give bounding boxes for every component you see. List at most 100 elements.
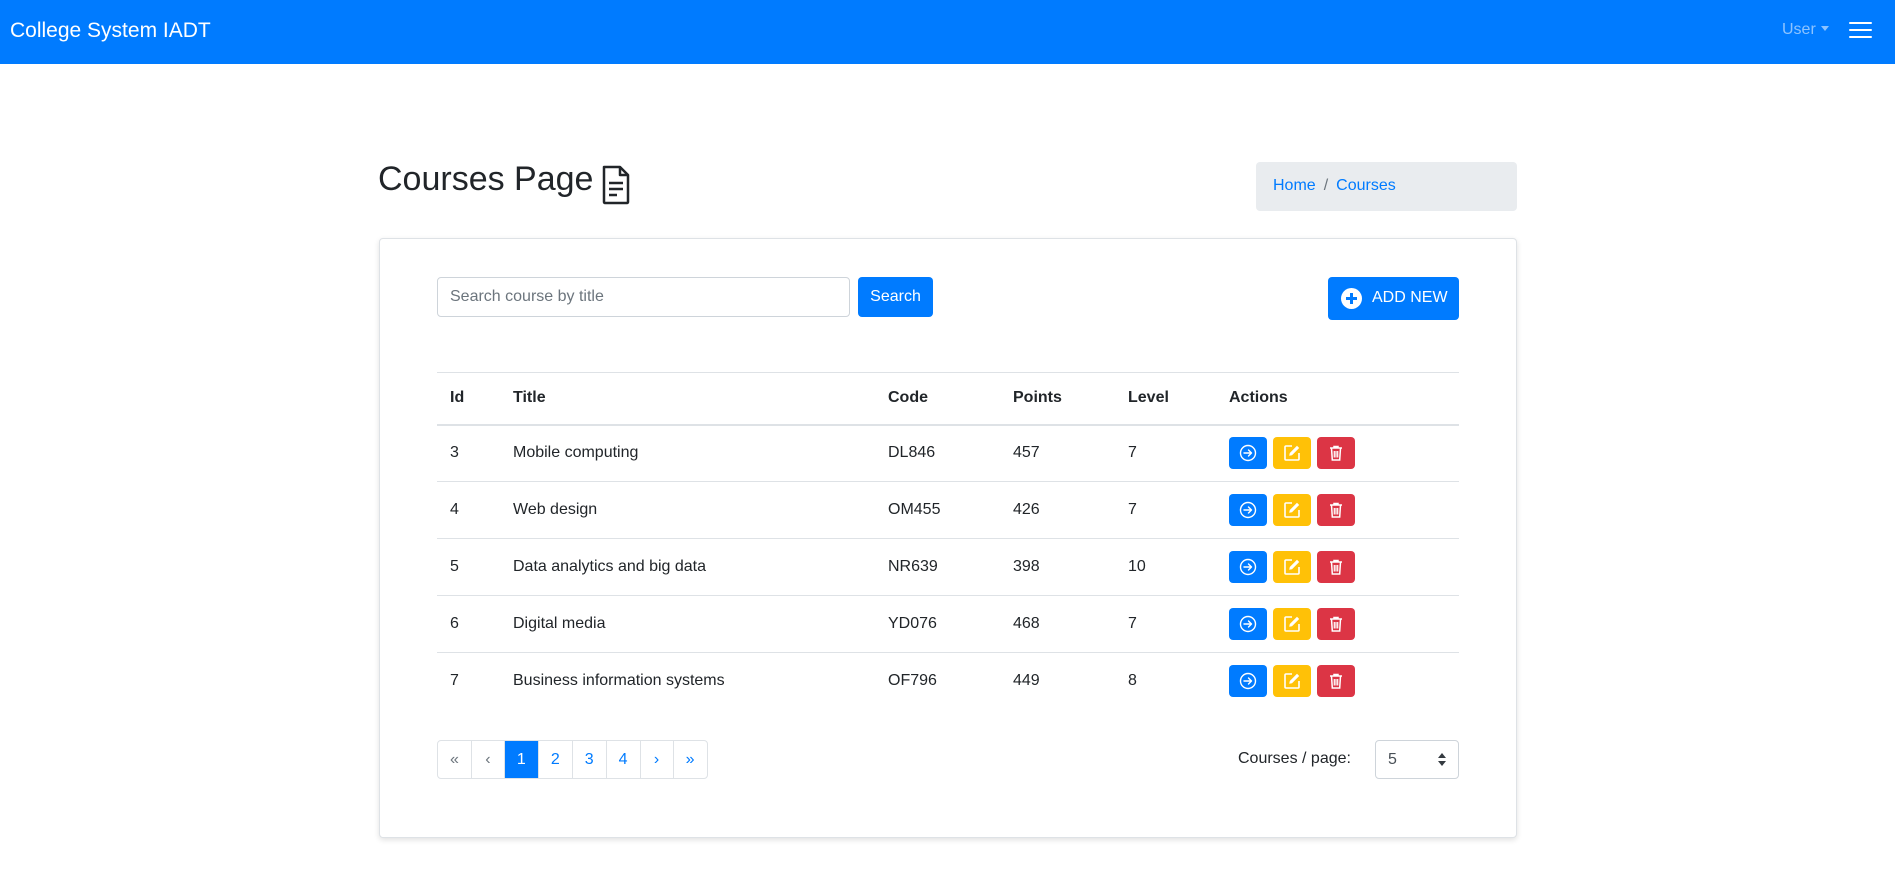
delete-button[interactable]	[1317, 665, 1355, 698]
cell-code: OF796	[888, 672, 937, 690]
search-input[interactable]	[437, 277, 850, 317]
header-points: Points	[1000, 372, 1115, 426]
cell-code: DL846	[875, 424, 1000, 482]
cell-id: 7	[450, 672, 459, 690]
top-navbar: College System IADT User	[0, 0, 1895, 64]
breadcrumb: Home / Courses	[1256, 162, 1517, 211]
trash-icon	[1330, 446, 1342, 461]
arrow-right-circle-icon	[1239, 615, 1257, 633]
table-row: 5 Data analytics and big data NR639 398 …	[437, 538, 1459, 596]
cell-level: 7	[1115, 424, 1216, 482]
trash-icon	[1330, 674, 1342, 689]
cell-title: Digital media	[500, 595, 875, 653]
table-row: 6 Digital media YD076 468 7	[437, 595, 1459, 653]
cell-title: Business information systems	[513, 672, 725, 690]
page-title: Courses Page	[378, 160, 594, 198]
header-id: Id	[437, 372, 500, 426]
page-3[interactable]: 3	[573, 741, 607, 778]
cell-id: 3	[437, 424, 500, 482]
edit-icon	[1284, 559, 1300, 575]
cell-id: 6	[437, 595, 500, 653]
cell-level: 7	[1115, 595, 1216, 653]
cell-title: Web design	[500, 481, 875, 539]
pagination: « ‹ 1 2 3 4 › »	[437, 740, 708, 779]
add-new-button[interactable]: ADD NEW	[1328, 277, 1459, 320]
edit-icon	[1284, 445, 1300, 462]
cell-points: 468	[1000, 595, 1115, 653]
edit-icon	[1284, 673, 1300, 690]
breadcrumb-home[interactable]: Home	[1273, 177, 1316, 194]
courses-table: Id Title Code Points Level Actions 3 Mob…	[437, 372, 1459, 710]
table-row: 7 Business information systems OF796 449…	[437, 653, 1459, 710]
cell-points: 457	[1000, 424, 1115, 482]
page-1[interactable]: 1	[504, 741, 539, 778]
user-dropdown[interactable]: User	[1782, 21, 1829, 39]
plus-circle-icon	[1341, 288, 1362, 309]
edit-button[interactable]	[1273, 437, 1311, 470]
delete-button[interactable]	[1317, 551, 1355, 583]
page-first[interactable]: «	[438, 741, 472, 778]
cell-actions	[1216, 538, 1459, 596]
brand-title[interactable]: College System IADT	[10, 19, 211, 43]
page-4[interactable]: 4	[607, 741, 641, 778]
page-next[interactable]: ›	[641, 741, 674, 778]
cell-points: 449	[1013, 672, 1040, 690]
table-row: 4 Web design OM455 426 7	[437, 481, 1459, 539]
arrow-right-circle-icon	[1239, 501, 1257, 519]
cell-points: 426	[1000, 481, 1115, 539]
cell-level: 8	[1128, 672, 1137, 690]
table-row: 3 Mobile computing DL846 457 7	[437, 424, 1459, 482]
edit-icon	[1284, 502, 1300, 518]
cell-id: 4	[437, 481, 500, 539]
select-arrows-icon	[1438, 753, 1446, 767]
trash-icon	[1330, 559, 1342, 575]
per-page-select[interactable]: 5	[1375, 740, 1459, 779]
cell-actions	[1216, 595, 1459, 653]
breadcrumb-courses[interactable]: Courses	[1336, 177, 1396, 194]
view-button[interactable]	[1229, 437, 1267, 470]
cell-code: YD076	[875, 595, 1000, 653]
per-page-value: 5	[1388, 751, 1397, 768]
per-page-label: Courses / page:	[1238, 750, 1351, 767]
cell-id: 5	[437, 538, 500, 596]
user-label: User	[1782, 21, 1816, 38]
page-prev[interactable]: ‹	[472, 741, 505, 778]
table-header-row: Id Title Code Points Level Actions	[437, 372, 1459, 426]
hamburger-icon[interactable]	[1849, 22, 1872, 40]
cell-actions	[1216, 481, 1459, 539]
search-button[interactable]: Search	[858, 277, 933, 317]
arrow-right-circle-icon	[1239, 673, 1257, 690]
delete-button[interactable]	[1317, 608, 1355, 640]
document-icon	[602, 165, 630, 205]
cell-title: Mobile computing	[500, 424, 875, 482]
edit-button[interactable]	[1273, 665, 1311, 698]
cell-title: Data analytics and big data	[500, 538, 875, 596]
caret-down-icon	[1820, 26, 1829, 31]
page-2[interactable]: 2	[539, 741, 573, 778]
edit-button[interactable]	[1273, 551, 1311, 583]
delete-button[interactable]	[1317, 437, 1355, 470]
cell-code: OM455	[875, 481, 1000, 539]
header-actions: Actions	[1216, 372, 1459, 426]
cell-points: 398	[1000, 538, 1115, 596]
arrow-right-circle-icon	[1239, 445, 1257, 462]
view-button[interactable]	[1229, 665, 1267, 698]
cell-actions	[1216, 653, 1459, 710]
header-code: Code	[875, 372, 1000, 426]
view-button[interactable]	[1229, 551, 1267, 583]
cell-code: NR639	[875, 538, 1000, 596]
edit-button[interactable]	[1273, 494, 1311, 526]
edit-icon	[1284, 616, 1300, 632]
page-last[interactable]: »	[674, 741, 707, 778]
view-button[interactable]	[1229, 608, 1267, 640]
add-new-label: ADD NEW	[1372, 289, 1448, 306]
delete-button[interactable]	[1317, 494, 1355, 526]
cell-level: 10	[1115, 538, 1216, 596]
trash-icon	[1330, 616, 1342, 632]
cell-actions	[1216, 424, 1459, 482]
header-title: Title	[500, 372, 875, 426]
edit-button[interactable]	[1273, 608, 1311, 640]
header-level: Level	[1115, 372, 1216, 426]
trash-icon	[1330, 502, 1342, 518]
view-button[interactable]	[1229, 494, 1267, 526]
